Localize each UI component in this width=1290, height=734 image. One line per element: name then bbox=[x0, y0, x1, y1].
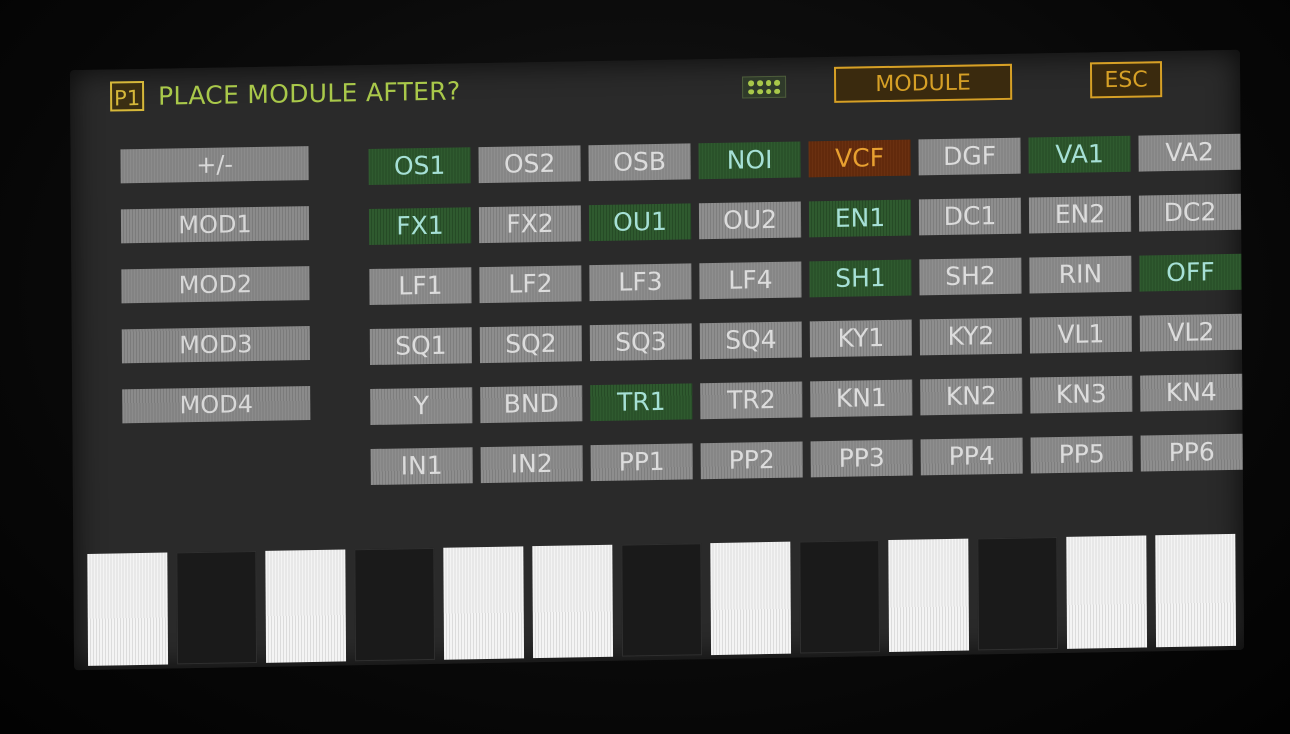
module-cell-y[interactable]: Y bbox=[370, 387, 473, 426]
module-cell-sh2[interactable]: SH2 bbox=[919, 257, 1022, 296]
module-cell-pp6[interactable]: PP6 bbox=[1140, 433, 1243, 472]
module-cell-fx2[interactable]: FX2 bbox=[478, 205, 582, 244]
module-cell-sq3[interactable]: SQ3 bbox=[589, 323, 692, 362]
esc-button[interactable]: ESC bbox=[1089, 61, 1163, 99]
module-cell-vl1[interactable]: VL1 bbox=[1029, 315, 1132, 354]
module-cell-bnd[interactable]: BND bbox=[480, 385, 583, 424]
synth-screen: P1 PLACE MODULE AFTER? MODULE ESC +/- MO… bbox=[69, 49, 1245, 671]
module-cell-dc2[interactable]: DC2 bbox=[1138, 193, 1242, 232]
module-cell-rin[interactable]: RIN bbox=[1029, 255, 1132, 294]
module-cell-dgf[interactable]: DGF bbox=[918, 137, 1021, 176]
module-cell-pp1[interactable]: PP1 bbox=[590, 443, 693, 482]
piano-key-9[interactable] bbox=[799, 540, 881, 654]
piano-key-11[interactable] bbox=[977, 537, 1059, 651]
module-cell-lf3[interactable]: LF3 bbox=[589, 263, 692, 302]
module-cell-os1[interactable]: OS1 bbox=[368, 147, 471, 186]
module-cell-pp2[interactable]: PP2 bbox=[700, 441, 803, 480]
mod2-button[interactable]: MOD2 bbox=[121, 266, 310, 304]
module-grid: OS1 OS2 OSB NOI VCF DGF VA1 VA2 FX1 FX2 OU1 OU2 EN1 D… bbox=[368, 133, 1243, 485]
module-cell-ky1[interactable]: KY1 bbox=[809, 319, 912, 358]
piano-key-3[interactable] bbox=[265, 549, 347, 663]
page-title: PLACE MODULE AFTER? bbox=[158, 76, 461, 111]
module-cell-kn2[interactable]: KN2 bbox=[920, 377, 1023, 416]
module-cell-kn3[interactable]: KN3 bbox=[1030, 375, 1133, 414]
page-badge: P1 bbox=[110, 80, 145, 112]
piano-key-13[interactable] bbox=[1155, 533, 1237, 648]
piano-key-8[interactable] bbox=[710, 541, 792, 656]
module-button[interactable]: MODULE bbox=[833, 63, 1013, 103]
plus-minus-button[interactable]: +/- bbox=[120, 146, 309, 184]
mod1-button[interactable]: MOD1 bbox=[120, 206, 310, 244]
module-cell-ou2[interactable]: OU2 bbox=[698, 201, 802, 240]
module-cell-in1[interactable]: IN1 bbox=[370, 447, 473, 485]
module-cell-lf2[interactable]: LF2 bbox=[479, 265, 582, 304]
piano-keys bbox=[87, 533, 1237, 666]
module-cell-pp3[interactable]: PP3 bbox=[810, 439, 913, 478]
mod4-button[interactable]: MOD4 bbox=[122, 386, 311, 424]
module-cell-ky2[interactable]: KY2 bbox=[919, 317, 1022, 356]
piano-key-4[interactable] bbox=[354, 547, 436, 662]
module-cell-lf4[interactable]: LF4 bbox=[699, 261, 802, 300]
module-cell-ou1[interactable]: OU1 bbox=[588, 203, 692, 242]
grip-dots-icon bbox=[742, 75, 787, 99]
module-cell-pp5[interactable]: PP5 bbox=[1030, 435, 1133, 474]
module-cell-vl2[interactable]: VL2 bbox=[1139, 313, 1242, 352]
piano-key-2[interactable] bbox=[176, 550, 258, 665]
mod3-button[interactable]: MOD3 bbox=[121, 326, 310, 364]
module-cell-lf1[interactable]: LF1 bbox=[369, 267, 472, 306]
module-cell-pp4[interactable]: PP4 bbox=[920, 437, 1023, 476]
module-cell-tr1[interactable]: TR1 bbox=[590, 383, 693, 422]
piano-key-10[interactable] bbox=[888, 538, 970, 652]
module-cell-dc1[interactable]: DC1 bbox=[918, 197, 1022, 236]
module-cell-kn1[interactable]: KN1 bbox=[810, 379, 913, 418]
module-cell-in2[interactable]: IN2 bbox=[480, 445, 583, 484]
piano-key-1[interactable] bbox=[87, 552, 169, 666]
piano-key-6[interactable] bbox=[532, 544, 614, 659]
module-cell-va1[interactable]: VA1 bbox=[1028, 135, 1131, 174]
module-cell-sq1[interactable]: SQ1 bbox=[369, 327, 473, 366]
module-cell-tr2[interactable]: TR2 bbox=[700, 381, 803, 420]
module-cell-sq2[interactable]: SQ2 bbox=[479, 325, 583, 364]
piano-key-5[interactable] bbox=[443, 546, 525, 660]
module-cell-noi[interactable]: NOI bbox=[698, 141, 801, 180]
module-cell-en1[interactable]: EN1 bbox=[808, 199, 912, 238]
module-cell-kn4[interactable]: KN4 bbox=[1140, 373, 1243, 412]
module-cell-os2[interactable]: OS2 bbox=[478, 145, 581, 184]
module-cell-sh1[interactable]: SH1 bbox=[809, 259, 912, 298]
piano-key-7[interactable] bbox=[621, 543, 703, 657]
module-cell-en2[interactable]: EN2 bbox=[1028, 195, 1132, 234]
module-cell-off[interactable]: OFF bbox=[1139, 253, 1242, 292]
module-cell-osb[interactable]: OSB bbox=[588, 143, 691, 182]
module-cell-va2[interactable]: VA2 bbox=[1138, 133, 1241, 172]
module-cell-sq4[interactable]: SQ4 bbox=[699, 321, 802, 360]
module-cell-fx1[interactable]: FX1 bbox=[368, 207, 472, 246]
piano-key-12[interactable] bbox=[1066, 535, 1148, 649]
module-cell-vcf[interactable]: VCF bbox=[808, 139, 911, 178]
